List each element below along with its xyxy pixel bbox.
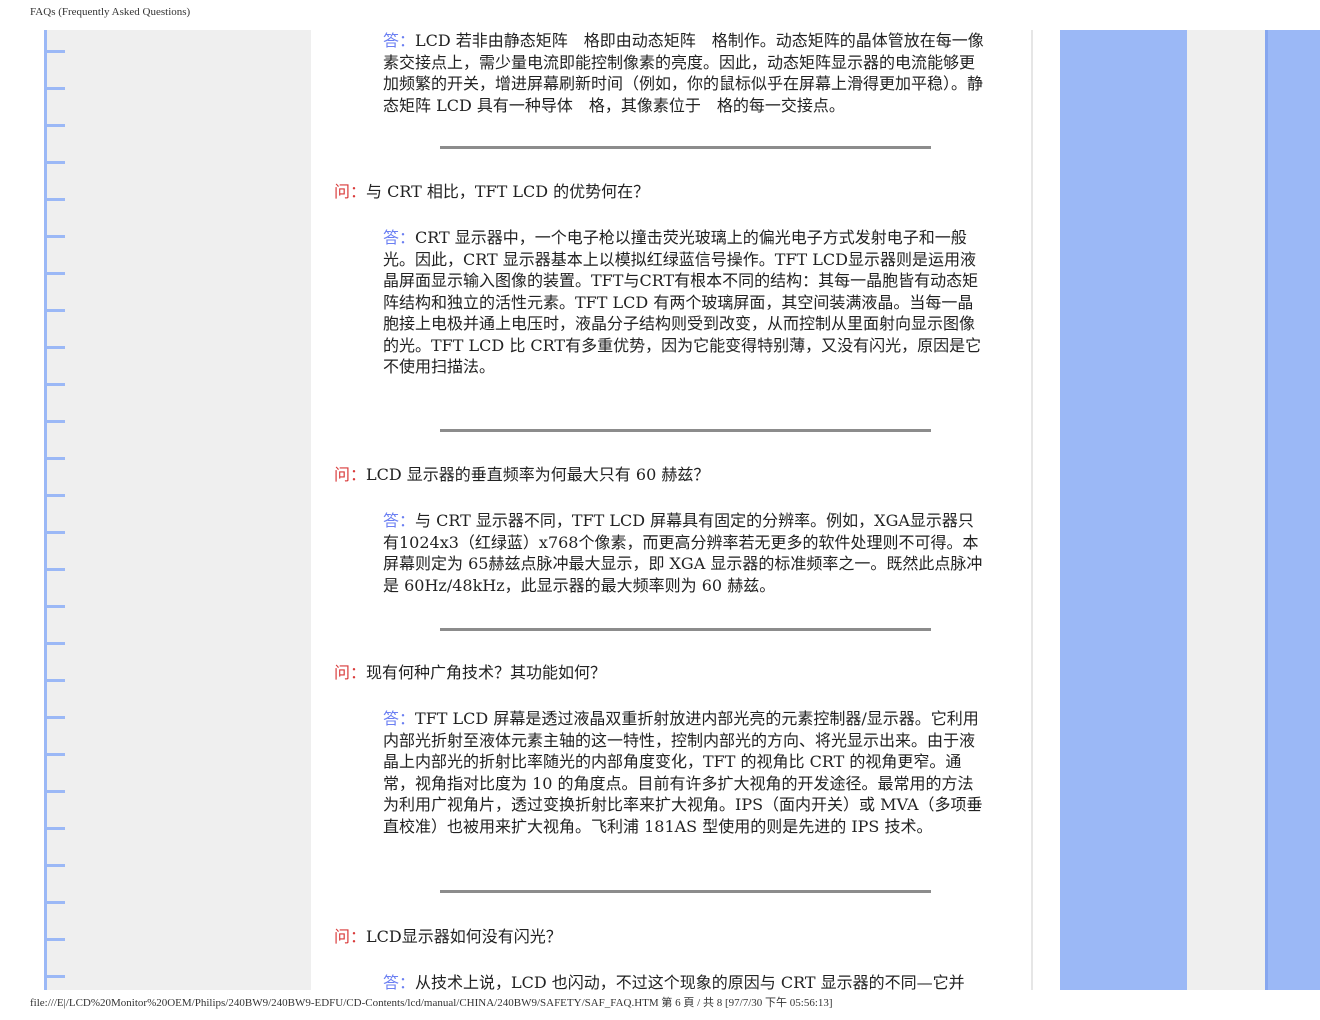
answer-text: CRT 显示器中，一个电子枪以撞击荧光玻璃上的偏光电子方式发射电子和一般光。因此… — [383, 228, 982, 376]
faq-question-3: 问：LCD 显示器的垂直频率为何最大只有 60 赫兹？ — [334, 464, 709, 486]
left-navigation-panel — [47, 30, 311, 990]
answer-label: 答： — [383, 31, 416, 50]
right-decor-gray-band — [1187, 30, 1265, 990]
answer-text: TFT LCD 屏幕是透过液晶双重折射放进内部光亮的元素控制器/显示器。它利用内… — [383, 709, 983, 836]
rail-tick — [44, 309, 65, 312]
question-text: LCD 显示器的垂直频率为何最大只有 60 赫兹？ — [366, 465, 710, 484]
rail-tick — [44, 87, 65, 90]
faq-divider — [440, 890, 931, 893]
rail-tick — [44, 901, 65, 904]
rail-tick — [44, 50, 65, 53]
faq-divider — [440, 146, 931, 149]
rail-tick — [44, 864, 65, 867]
left-gutter — [0, 30, 44, 990]
rail-tick — [44, 161, 65, 164]
rail-tick — [44, 494, 65, 497]
rail-tick — [44, 420, 65, 423]
answer-text: LCD 若非由静态矩阵 格即由动态矩阵 格制作。动态矩阵的晶体管放在每一像素交接… — [383, 31, 984, 115]
rail-tick — [44, 235, 65, 238]
left-rail-line — [44, 30, 47, 990]
question-label: 问： — [334, 663, 367, 682]
faq-answer-2: 答：CRT 显示器中，一个电子枪以撞击荧光玻璃上的偏光电子方式发射电子和一般光。… — [383, 227, 989, 378]
rail-tick — [44, 938, 65, 941]
question-label: 问： — [334, 182, 367, 201]
faq-question-4: 问：现有何种广角技术？其功能如何？ — [334, 662, 606, 684]
page-header-title: FAQs (Frequently Asked Questions) — [30, 6, 191, 18]
question-text: 与 CRT 相比，TFT LCD 的优势何在？ — [366, 182, 650, 201]
faq-question-5: 问：LCD显示器如何没有闪光？ — [334, 926, 562, 948]
page-footer-path: file:///E|/LCD%20Monitor%20OEM/Philips/2… — [30, 997, 833, 1009]
faq-question-2: 问：与 CRT 相比，TFT LCD 的优势何在？ — [334, 181, 649, 203]
question-text: 现有何种广角技术？其功能如何？ — [366, 663, 607, 682]
content-separator — [1031, 30, 1033, 990]
rail-tick — [44, 531, 65, 534]
faq-answer-3: 答：与 CRT 显示器不同，TFT LCD 屏幕具有固定的分辨率。例如，XGA显… — [383, 510, 989, 596]
rail-tick — [44, 679, 65, 682]
rail-tick — [44, 642, 65, 645]
answer-text: 从技术上说，LCD 也闪动，不过这个现象的原因与 CRT 显示器的不同—它并 — [415, 973, 965, 990]
answer-label: 答： — [383, 709, 416, 728]
rail-tick — [44, 568, 65, 571]
rail-tick — [44, 272, 65, 275]
rail-tick — [44, 346, 65, 349]
rail-tick — [44, 716, 65, 719]
rail-tick — [44, 605, 65, 608]
answer-label: 答： — [383, 511, 416, 530]
right-decor-blue-band — [1060, 30, 1187, 990]
faq-answer-5: 答：从技术上说，LCD 也闪动，不过这个现象的原因与 CRT 显示器的不同—它并 — [383, 972, 989, 990]
answer-label: 答： — [383, 228, 416, 247]
answer-text: 与 CRT 显示器不同，TFT LCD 屏幕具有固定的分辨率。例如，XGA显示器… — [383, 511, 983, 595]
rail-tick — [44, 198, 65, 201]
rail-tick — [44, 790, 65, 793]
question-label: 问： — [334, 465, 367, 484]
faq-answer-4: 答：TFT LCD 屏幕是透过液晶双重折射放进内部光亮的元素控制器/显示器。它利… — [383, 708, 989, 837]
answer-label: 答： — [383, 973, 416, 990]
question-label: 问： — [334, 927, 367, 946]
rail-tick — [44, 975, 65, 978]
rail-tick — [44, 383, 65, 386]
rail-tick — [44, 124, 65, 127]
rail-tick — [44, 457, 65, 460]
faq-answer-1: 答：LCD 若非由静态矩阵 格即由动态矩阵 格制作。动态矩阵的晶体管放在每一像素… — [383, 30, 989, 116]
faq-divider — [440, 628, 931, 631]
rail-tick — [44, 753, 65, 756]
question-text: LCD显示器如何没有闪光？ — [366, 927, 562, 946]
faq-divider — [440, 429, 931, 432]
rail-tick — [44, 827, 65, 830]
right-decor-blue-edge — [1265, 30, 1320, 990]
